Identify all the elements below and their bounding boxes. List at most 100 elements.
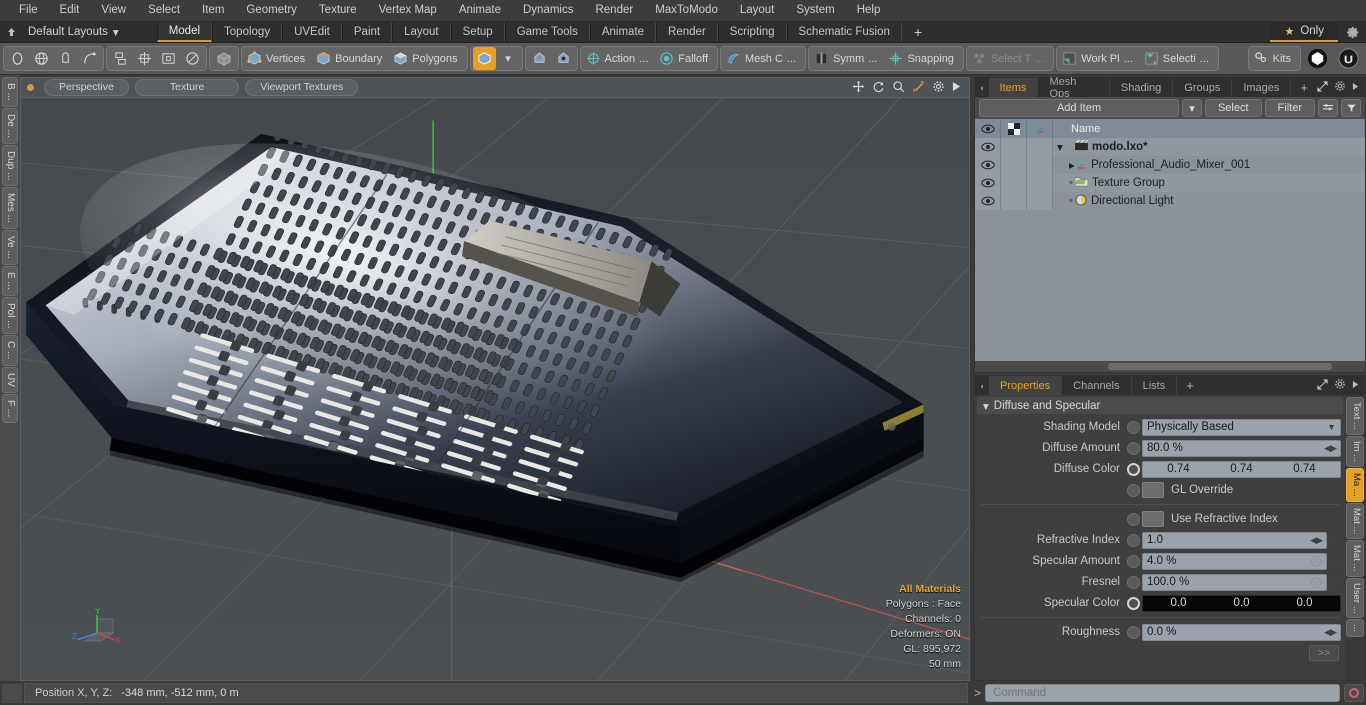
right-tab-material[interactable]: Ma ...: [1346, 468, 1364, 502]
column-checker-icon[interactable]: [1001, 119, 1027, 138]
tab-paint[interactable]: Paint: [341, 22, 393, 42]
row-checker-cell[interactable]: [1001, 174, 1027, 192]
gear-icon[interactable]: [932, 80, 945, 96]
column-axis-icon[interactable]: [1027, 119, 1053, 138]
default-layouts-dropdown[interactable]: Default Layouts ▾: [22, 22, 129, 42]
menu-item-maxtomodo[interactable]: MaxToModo: [644, 0, 729, 21]
select-button[interactable]: Select: [1204, 99, 1262, 117]
right-tab-user[interactable]: User ...: [1346, 577, 1364, 619]
row-visibility-eye-icon[interactable]: [975, 138, 1001, 156]
home-arrow-icon[interactable]: [0, 22, 22, 42]
left-tab-vertex[interactable]: Ve ...: [2, 230, 18, 265]
mesh-constraint-button[interactable]: Mesh C ...: [723, 47, 803, 70]
item-row-texture-group[interactable]: ▪ Texture Group: [1053, 174, 1365, 192]
add-properties-tab-button[interactable]: +: [1177, 376, 1203, 395]
list-options-icon[interactable]: [1318, 99, 1338, 117]
item-row-directional-light[interactable]: ▪ Directional Light: [1053, 192, 1365, 210]
filter-button[interactable]: Filter: [1264, 99, 1315, 117]
left-tab-basic[interactable]: B ...: [2, 77, 18, 107]
modo-ball-icon[interactable]: [1303, 47, 1332, 70]
channel-dot-icon[interactable]: [1127, 441, 1140, 455]
group-header-diffuse-specular[interactable]: ▾ Diffuse and Specular: [977, 397, 1343, 414]
menu-item-view[interactable]: View: [90, 0, 137, 21]
shading-model-dropdown[interactable]: Physically Based ▼: [1142, 418, 1341, 436]
selection-set-button[interactable]: Selecti ...: [1141, 47, 1216, 70]
channel-dot-icon[interactable]: [1127, 554, 1140, 568]
cube-icon[interactable]: [212, 47, 236, 70]
action-center-button[interactable]: Action ...: [583, 47, 656, 70]
gear-icon[interactable]: [1340, 22, 1366, 42]
diffuse-amount-input[interactable]: 80.0 % ◀▶: [1142, 439, 1341, 457]
channel-dot-icon[interactable]: [1127, 596, 1140, 610]
item-row-mesh[interactable]: ▸ Professional_Audio_Mixer_001: [1053, 156, 1365, 174]
channel-dot-icon[interactable]: [1127, 575, 1140, 589]
record-icon[interactable]: [1344, 684, 1364, 702]
add-tab-button[interactable]: +: [902, 22, 934, 42]
left-tab-mesh-edit[interactable]: Mes ...: [2, 187, 18, 230]
play-icon[interactable]: [1352, 380, 1359, 392]
menu-item-system[interactable]: System: [785, 0, 845, 21]
left-tab-duplicate[interactable]: Dup ...: [2, 144, 18, 187]
gradient-link-icon[interactable]: [1311, 576, 1322, 588]
tab-game-tools[interactable]: Game Tools: [504, 22, 590, 42]
menu-item-select[interactable]: Select: [137, 0, 191, 21]
column-name-header[interactable]: Name: [1053, 119, 1365, 138]
gear-icon[interactable]: [1334, 378, 1346, 393]
channel-dot-icon[interactable]: [1127, 462, 1140, 476]
pen-icon[interactable]: [54, 47, 77, 70]
circle-icon[interactable]: [6, 47, 29, 70]
channel-dot-icon[interactable]: [1127, 483, 1140, 497]
row-axis-cell[interactable]: [1027, 156, 1053, 174]
add-item-dropdown-icon[interactable]: ▾: [1181, 99, 1202, 117]
spinner-icon[interactable]: ◀▶: [1324, 443, 1337, 454]
specular-amount-input[interactable]: 4.0 %: [1142, 552, 1327, 570]
gl-override-checkbox[interactable]: [1142, 482, 1164, 498]
menu-item-file[interactable]: File: [8, 0, 49, 21]
maximize-icon[interactable]: [1317, 378, 1328, 393]
viewport-projection-selector[interactable]: Perspective: [44, 79, 129, 96]
tab-properties[interactable]: Properties: [989, 376, 1063, 395]
chevron-down-icon[interactable]: ▾: [497, 47, 520, 70]
curve-icon[interactable]: [78, 47, 101, 70]
command-input[interactable]: [985, 684, 1340, 702]
channel-dot-icon[interactable]: [1127, 420, 1140, 434]
refractive-index-input[interactable]: 1.0 ◀▶: [1142, 531, 1327, 549]
radial-icon[interactable]: [181, 47, 204, 70]
column-visibility-eye-icon[interactable]: [975, 119, 1001, 138]
unreal-icon[interactable]: [1334, 47, 1363, 70]
menu-item-animate[interactable]: Animate: [448, 0, 512, 21]
table-row[interactable]: ▪ Directional Light: [975, 192, 1365, 210]
gear-icon[interactable]: [1334, 80, 1346, 95]
menu-item-edit[interactable]: Edit: [49, 0, 91, 21]
table-row[interactable]: ▸ Professional_Audio_Mixer_001: [975, 156, 1365, 174]
tab-shading[interactable]: Shading: [1110, 78, 1174, 97]
tab-model[interactable]: Model: [156, 22, 213, 42]
expand-caret-icon[interactable]: ▸: [1057, 158, 1075, 172]
table-row[interactable]: ▾ modo.lxo*: [975, 138, 1365, 156]
add-item-button[interactable]: Add Item: [979, 99, 1179, 117]
select-a-icon[interactable]: [528, 47, 551, 70]
select-through-button[interactable]: Select T ...: [969, 47, 1051, 70]
work-plane-button[interactable]: Work Pl ...: [1059, 47, 1139, 70]
tab-lists[interactable]: Lists: [1132, 376, 1178, 395]
left-tab-uv[interactable]: UV: [2, 366, 18, 393]
menu-item-layout[interactable]: Layout: [729, 0, 786, 21]
spinner-icon[interactable]: ◀▶: [1310, 535, 1323, 546]
tab-layout[interactable]: Layout: [392, 22, 451, 42]
spinner-icon[interactable]: ◀▶: [1324, 627, 1337, 638]
menu-item-render[interactable]: Render: [584, 0, 644, 21]
kits-button[interactable]: Kits: [1251, 47, 1298, 70]
sphere-icon[interactable]: [30, 47, 53, 70]
items-empty-area[interactable]: [975, 210, 1365, 361]
tab-uvedit[interactable]: UVEdit: [282, 22, 342, 42]
left-tab-curve[interactable]: C ...: [2, 335, 18, 366]
tab-setup[interactable]: Setup: [450, 22, 505, 42]
left-tab-edge[interactable]: E ...: [2, 265, 18, 296]
add-panel-tab-button[interactable]: +: [1291, 78, 1317, 97]
tab-mesh-ops[interactable]: Mesh Ops: [1038, 76, 1110, 100]
maximize-icon[interactable]: [1317, 80, 1328, 95]
scrollbar-thumb[interactable]: [1108, 363, 1333, 370]
left-tab-polygon[interactable]: Pol ...: [2, 296, 18, 335]
channel-dot-icon[interactable]: [1127, 533, 1140, 547]
items-horizontal-scrollbar[interactable]: [975, 361, 1365, 372]
